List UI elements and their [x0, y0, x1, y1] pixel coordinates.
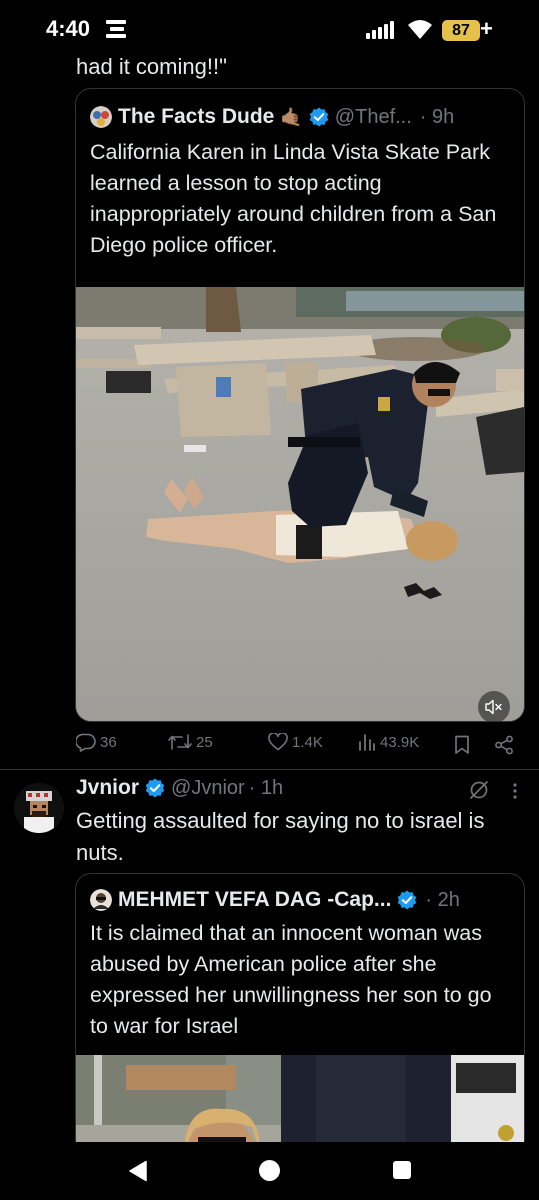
repost-icon [168, 734, 192, 750]
verified-badge-icon [398, 890, 417, 910]
video-frame [76, 287, 524, 721]
author-avatar[interactable] [90, 889, 112, 911]
reply-count: 36 [100, 734, 117, 751]
reply-icon [76, 733, 96, 752]
reply-button[interactable]: 36 [76, 733, 117, 752]
mute-toggle-button[interactable] [478, 691, 510, 721]
tweet-timestamp[interactable]: · 1h [249, 777, 283, 800]
author-name[interactable]: The Facts Dude [118, 105, 274, 129]
tweet-text: Getting assaulted for saying no to israe… [76, 808, 485, 865]
home-button[interactable] [259, 1160, 280, 1181]
tweet-header: Jvnior @Jvnior · 1h [76, 776, 283, 800]
views-button[interactable]: 43.9K [358, 733, 419, 751]
quoted-tweet-header: The Facts Dude 🤙🏽 @Thef... · 9h [90, 105, 454, 129]
quoted-tweet-card[interactable]: The Facts Dude 🤙🏽 @Thef... · 9h Californ… [75, 88, 525, 722]
share-icon[interactable] [494, 735, 514, 755]
like-count: 1.4K [292, 733, 323, 751]
avatar[interactable] [14, 783, 64, 833]
author-name[interactable]: MEHMET VEFA DAG -Cap... [118, 888, 391, 912]
author-name[interactable]: Jvnior [76, 776, 139, 800]
repost-button[interactable]: 25 [168, 733, 213, 751]
tweet-divider [0, 769, 539, 770]
call-me-hand-emoji: 🤙🏽 [280, 106, 303, 127]
tweet-timestamp[interactable]: · 2h [425, 889, 459, 912]
quoted-tweet-text: California Karen in Linda Vista Skate Pa… [90, 140, 497, 257]
like-button[interactable]: 1.4K [268, 733, 323, 751]
verified-badge-icon [145, 778, 165, 798]
signal-strength-icon [366, 21, 398, 39]
status-time: 4:40 [46, 16, 91, 41]
tweet-action-bar: 36 25 1.4K 43.9K [76, 733, 516, 759]
quoted-tweet-text: It is claimed that an innocent woman was… [90, 921, 492, 1038]
repost-count: 25 [196, 733, 213, 751]
author-avatar[interactable] [90, 106, 112, 128]
speaker-muted-icon [485, 699, 502, 715]
previous-tweet-text: had it coming!!" [76, 54, 227, 79]
recent-apps-button[interactable] [393, 1161, 411, 1179]
pixel-art-avatar [14, 783, 64, 833]
back-icon[interactable] [128, 1160, 148, 1182]
quoted-tweet-header: MEHMET VEFA DAG -Cap... · 2h [90, 888, 460, 912]
quoted-tweet-card[interactable]: MEHMET VEFA DAG -Cap... · 2h It is claim… [75, 873, 525, 1173]
analytics-icon [359, 734, 375, 751]
more-options-icon[interactable] [508, 782, 522, 800]
notification-app-icon [106, 20, 126, 38]
video-player[interactable] [76, 287, 524, 721]
verified-badge-icon [309, 107, 329, 127]
wifi-icon [408, 20, 432, 39]
status-bar: 4:40 87 + [0, 0, 539, 56]
battery-charging-plus: + [480, 16, 493, 41]
view-count: 43.9K [380, 733, 420, 751]
system-navigation-bar [0, 1142, 539, 1200]
heart-icon [268, 733, 288, 751]
bookmark-icon[interactable] [454, 735, 470, 755]
grok-icon[interactable] [468, 779, 490, 801]
tweet-timestamp[interactable]: · 9h [420, 106, 454, 129]
author-handle[interactable]: @Thef... [335, 106, 412, 129]
author-handle[interactable]: @Jvnior [171, 777, 245, 800]
battery-indicator: 87 [442, 20, 480, 41]
